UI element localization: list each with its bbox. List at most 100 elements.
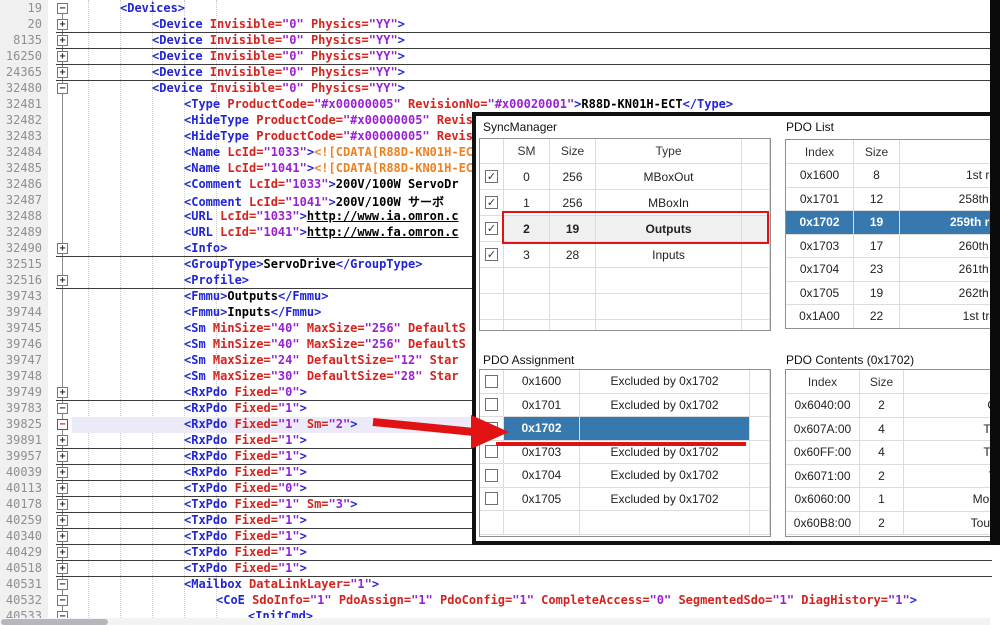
xml-code-line[interactable]: <Name LcId="1033"><![CDATA[R88D-KN01H-EC: [184, 145, 473, 161]
xml-code-line[interactable]: <Device Invisible="0" Physics="YY">: [152, 49, 405, 65]
fold-toggle[interactable]: −: [57, 83, 68, 94]
xml-code-line[interactable]: <TxPdo Fixed="1">: [184, 513, 307, 529]
table-cell: 0x1705: [504, 488, 580, 512]
fold-toggle[interactable]: +: [57, 435, 68, 446]
xml-code-line[interactable]: <Device Invisible="0" Physics="YY">: [152, 33, 405, 49]
table-cell: [904, 370, 999, 394]
pdo-list-row[interactable]: 0x160081st re: [786, 164, 999, 188]
xml-code-line[interactable]: <Comment LcId="1033">200V/100W ServoDr: [184, 177, 459, 193]
fold-toggle[interactable]: −: [57, 595, 68, 606]
fold-toggle[interactable]: +: [57, 451, 68, 462]
fold-toggle[interactable]: +: [57, 563, 68, 574]
xml-code-line[interactable]: <TxPdo Fixed="1">: [184, 545, 307, 561]
table-cell: [504, 294, 550, 320]
xml-code-line[interactable]: <Fmmu>Inputs</Fmmu>: [184, 305, 321, 321]
xml-code-line[interactable]: <Info>: [184, 241, 227, 257]
pdo-assignment-row[interactable]: 0x1701Excluded by 0x1702: [480, 394, 770, 418]
xml-code-line[interactable]: <GroupType>ServoDrive</GroupType>: [184, 257, 422, 273]
checkbox[interactable]: [485, 375, 498, 388]
xml-code-line[interactable]: <HideType ProductCode="#x00000005" Revis…: [184, 113, 487, 129]
xml-code-line[interactable]: <Profile>: [184, 273, 249, 289]
pdo-contents-row[interactable]: 0x60B8:002Touc: [786, 512, 999, 536]
fold-toggle[interactable]: +: [57, 531, 68, 542]
xml-code-line[interactable]: <Device Invisible="0" Physics="YY">: [152, 17, 405, 33]
pdo-list-row[interactable]: 0x170423261th r: [786, 258, 999, 282]
fold-toggle[interactable]: −: [57, 403, 68, 414]
fold-toggle[interactable]: −: [57, 419, 68, 430]
xml-code-line[interactable]: <Device Invisible="0" Physics="YY">: [152, 65, 405, 81]
xml-code-line[interactable]: <Device Invisible="0" Physics="YY">: [152, 81, 405, 97]
fold-toggle[interactable]: +: [57, 67, 68, 78]
xml-code-line[interactable]: <Name LcId="1041"><![CDATA[R88D-KN01H-EC: [184, 161, 473, 177]
fold-toggle[interactable]: +: [57, 483, 68, 494]
fold-toggle[interactable]: +: [57, 19, 68, 30]
line-number: 39749: [0, 385, 42, 401]
fold-toggle[interactable]: −: [57, 3, 68, 14]
fold-toggle[interactable]: +: [57, 467, 68, 478]
xml-code-line[interactable]: <Devices>: [120, 1, 185, 17]
line-number: 39783: [0, 401, 42, 417]
xml-code-line[interactable]: <URL LcId="1033">http://www.ia.omron.c: [184, 209, 459, 225]
xml-code-line[interactable]: <HideType ProductCode="#x00000005" Revis…: [184, 129, 487, 145]
xml-code-line[interactable]: <Sm MinSize="40" MaxSize="256" DefaultS: [184, 337, 466, 353]
xml-code-line[interactable]: <RxPdo Fixed="1">: [184, 449, 307, 465]
fold-toggle[interactable]: +: [57, 387, 68, 398]
xml-code-line[interactable]: <Comment LcId="1041">200V/100W サーボ: [184, 193, 444, 209]
horizontal-scrollbar[interactable]: [0, 618, 990, 625]
scrollbar-thumb[interactable]: [1, 619, 108, 625]
table-cell: 1st tra: [900, 305, 999, 329]
table-cell: [550, 268, 596, 294]
checkbox[interactable]: ✓: [485, 248, 498, 261]
checkbox[interactable]: ✓: [485, 170, 498, 183]
syncmanager-row[interactable]: ✓328Inputs: [480, 242, 770, 268]
pdo-list-row[interactable]: 0x170519262th r: [786, 282, 999, 306]
pdo-contents-row[interactable]: 0x60FF:004Ta: [786, 441, 999, 465]
table-cell: SM: [504, 139, 550, 164]
fold-toggle[interactable]: +: [57, 51, 68, 62]
table-cell: Excluded by 0x1702: [580, 464, 750, 488]
xml-code-line[interactable]: <Sm MaxSize="24" DefaultSize="12" Star: [184, 353, 459, 369]
fold-toggle[interactable]: +: [57, 499, 68, 510]
fold-toggle[interactable]: +: [57, 275, 68, 286]
xml-code-line[interactable]: <Mailbox DataLinkLayer="1">: [184, 577, 379, 593]
xml-code-line[interactable]: <TxPdo Fixed="1" Sm="3">: [184, 497, 357, 513]
xml-code-line[interactable]: <CoE SdoInfo="1" PdoAssign="1" PdoConfig…: [216, 593, 917, 609]
xml-code-line[interactable]: <URL LcId="1041">http://www.fa.omron.c: [184, 225, 459, 241]
checkbox[interactable]: ✓: [485, 222, 498, 235]
xml-code-line[interactable]: <TxPdo Fixed="0">: [184, 481, 307, 497]
xml-code-line[interactable]: <RxPdo Fixed="1">: [184, 433, 307, 449]
pdo-contents-row[interactable]: 0x6040:002C: [786, 394, 999, 418]
checkbox[interactable]: [485, 492, 498, 505]
table-cell: [750, 441, 770, 465]
fold-toggle[interactable]: +: [57, 515, 68, 526]
xml-code-line[interactable]: <Fmmu>Outputs</Fmmu>: [184, 289, 329, 305]
checkbox[interactable]: ✓: [485, 196, 498, 209]
xml-code-line[interactable]: <TxPdo Fixed="1">: [184, 529, 307, 545]
xml-code-line[interactable]: <Type ProductCode="#x00000005" RevisionN…: [184, 97, 733, 113]
fold-toggle[interactable]: +: [57, 243, 68, 254]
pdo-contents-row[interactable]: 0x607A:004Ta: [786, 418, 999, 442]
pdo-assignment-row[interactable]: 0x1704Excluded by 0x1702: [480, 464, 770, 488]
xml-code-line[interactable]: <RxPdo Fixed="1" Sm="2">: [184, 417, 357, 433]
pdo-list-row[interactable]: 0x170112258th r: [786, 188, 999, 212]
pdo-assignment-row[interactable]: 0x1600Excluded by 0x1702: [480, 370, 770, 394]
syncmanager-row[interactable]: ✓0256MBoxOut: [480, 164, 770, 190]
xml-code-line[interactable]: <RxPdo Fixed="1">: [184, 465, 307, 481]
pdo-contents-row[interactable]: 0x6060:001Mod: [786, 488, 999, 512]
fold-toggle[interactable]: +: [57, 547, 68, 558]
line-number: 32481: [0, 97, 42, 113]
xml-code-line[interactable]: <RxPdo Fixed="1">: [184, 401, 307, 417]
pdo-list-row[interactable]: 0x1A00221st tra: [786, 305, 999, 329]
pdo-list-row[interactable]: 0x170317260th r: [786, 235, 999, 259]
checkbox[interactable]: [485, 469, 498, 482]
fold-toggle[interactable]: +: [57, 35, 68, 46]
pdo-assignment-row[interactable]: ✓0x1702: [480, 417, 770, 441]
xml-code-line[interactable]: <TxPdo Fixed="1">: [184, 561, 307, 577]
xml-code-line[interactable]: <RxPdo Fixed="0">: [184, 385, 307, 401]
xml-code-line[interactable]: <Sm MaxSize="30" DefaultSize="28" Star: [184, 369, 459, 385]
pdo-assignment-row[interactable]: 0x1705Excluded by 0x1702: [480, 488, 770, 512]
pdo-contents-row[interactable]: 0x6071:002T: [786, 465, 999, 489]
xml-code-line[interactable]: <Sm MinSize="40" MaxSize="256" DefaultS: [184, 321, 466, 337]
fold-toggle[interactable]: −: [57, 579, 68, 590]
pdo-list-row[interactable]: 0x170219259th re: [786, 211, 999, 235]
